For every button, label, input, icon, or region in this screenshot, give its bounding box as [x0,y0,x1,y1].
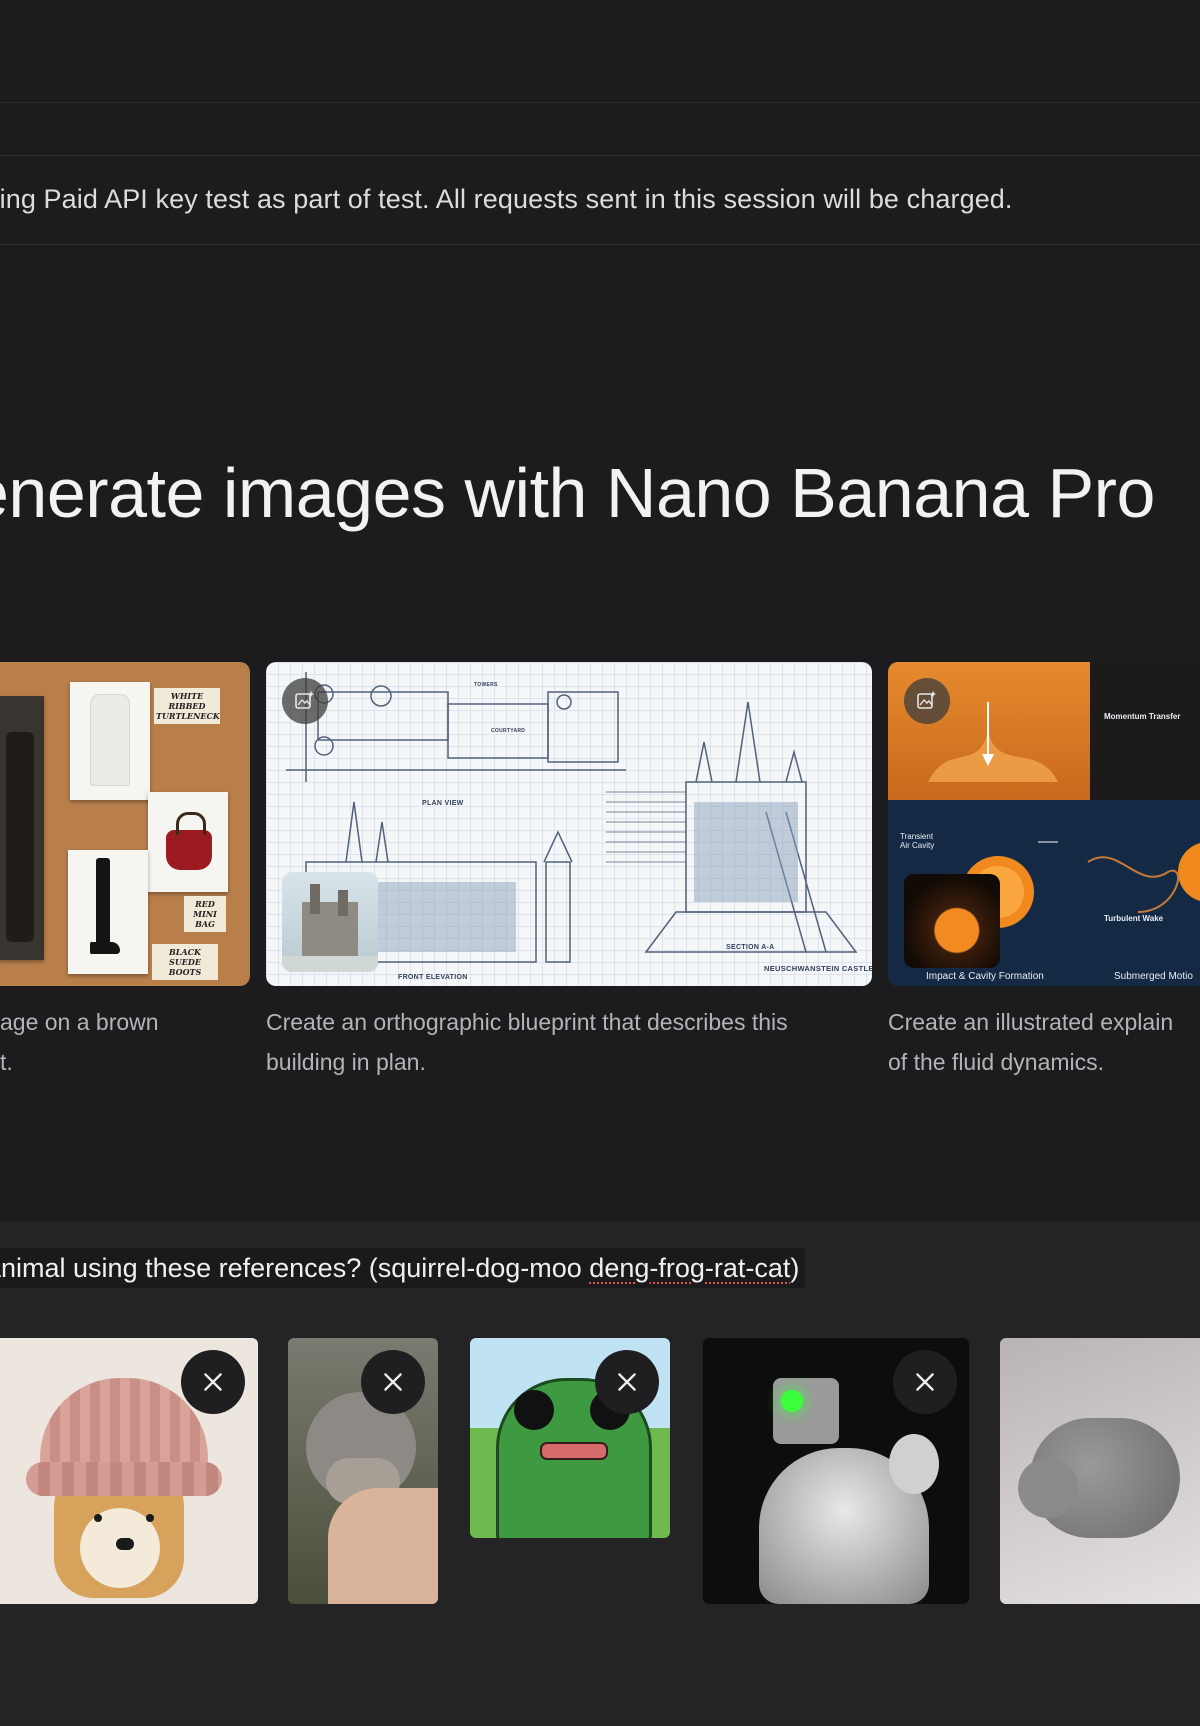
label-courtyard: COURTYARD [491,728,526,734]
remove-reference-doge[interactable] [181,1350,245,1414]
label-impact: Impact & Cavity Formation [926,971,1044,982]
hero-title: enerate images with Nano Banana Pro [0,454,1155,532]
tag-boots: BLACK SUEDE BOOTS [152,944,218,980]
prompt-text-misspelled: deng-frog-rat-cat [589,1253,791,1283]
page: sing Paid API key test as part of test. … [0,0,1200,1726]
image-edit-icon [295,691,314,709]
label-air-cavity: Transient Air Cavity [900,832,935,850]
tag-red-bag: RED MINI BAG [184,896,226,932]
billing-notice-banner: sing Paid API key test as part of test. … [0,156,1200,245]
top-bar [0,0,1200,103]
example-caption-corkboard: age on a brown t. [0,1009,159,1075]
label-section: SECTION A-A [726,944,775,951]
close-icon [204,1373,222,1391]
example-caption-fluid: Create an illustrated explain of the flu… [888,1009,1174,1075]
close-icon [916,1373,934,1391]
tag-turtleneck: WHITE RIBBED TURTLENECK [154,688,220,724]
remove-reference-rat[interactable] [893,1350,957,1414]
label-plan-view: PLAN VIEW [422,800,464,807]
image-edit-icon [917,691,936,709]
prompt-text-end: ) [790,1253,800,1283]
example-card-corkboard[interactable]: WHITE RIBBED TURTLENECK RED MINI BAG BLA… [0,662,250,986]
label-turbulent-wake: Turbulent Wake [1104,914,1164,923]
example-card-fluid[interactable]: Momentum Transfer Transient Air Cavity T… [888,662,1200,986]
remove-reference-moo-deng[interactable] [361,1350,425,1414]
label-castle-name: NEUSCHWANSTEIN CASTLE [764,964,872,973]
close-icon [618,1373,636,1391]
castle-photo-inset [282,872,378,972]
label-towers: TOWERS [474,682,498,688]
prompt-input-text[interactable]: animal using these references? (squirrel… [0,1248,806,1288]
label-momentum-transfer: Momentum Transfer [1104,712,1181,721]
edit-badge-blueprint [282,678,328,724]
billing-notice-text: sing Paid API key test as part of test. … [0,184,1013,214]
label-submerged: Submerged Motio [1114,971,1193,982]
reference-thumb-cat [1000,1338,1200,1604]
prompt-text-main: animal using these references? (squirrel… [0,1253,590,1283]
label-front-elevation: FRONT ELEVATION [398,974,468,981]
edit-badge-fluid [904,678,950,724]
corkboard-image: WHITE RIBBED TURTLENECK RED MINI BAG BLA… [0,662,250,986]
close-icon [384,1373,402,1391]
example-card-blueprint[interactable]: PLAN VIEW FRONT ELEVATION SECTION A-A NE… [266,662,872,986]
blueprint-image: PLAN VIEW FRONT ELEVATION SECTION A-A NE… [266,662,872,986]
example-caption-blueprint: Create an orthographic blueprint that de… [266,1009,788,1075]
remove-reference-frog[interactable] [595,1350,659,1414]
orange-photo-inset [904,874,1000,968]
sub-bar [0,103,1200,156]
